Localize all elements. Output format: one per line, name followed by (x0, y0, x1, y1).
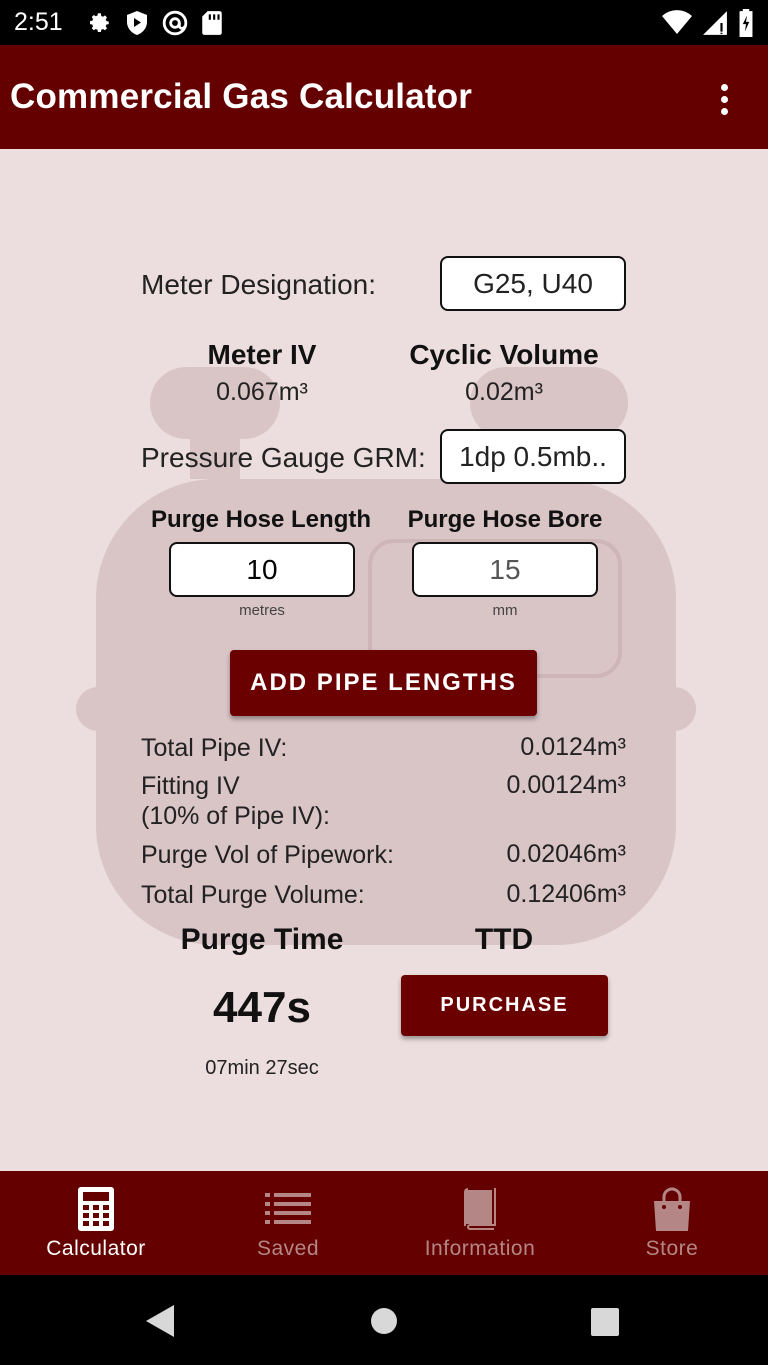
sd-card-icon (202, 11, 222, 35)
fitting-iv-value: 0.00124m³ (506, 771, 626, 799)
purge-vol-pipework-label: Purge Vol of Pipework: (141, 841, 394, 869)
nav-item-store[interactable]: Store (576, 1171, 768, 1275)
cyclic-volume-value: 0.02m³ (465, 378, 543, 406)
purge-hose-bore-unit: mm (492, 602, 518, 619)
nav-label-store: Store (645, 1237, 699, 1260)
total-pipe-iv-label: Total Pipe IV: (141, 734, 288, 762)
bottom-navigation: Calculator Saved Information Store (0, 1171, 768, 1275)
fitting-iv-label: Fitting IV (141, 772, 240, 800)
meter-iv-value: 0.067m³ (216, 378, 308, 406)
nav-label-information: Information (424, 1237, 536, 1260)
pressure-gauge-label: Pressure Gauge GRM: (141, 442, 426, 473)
home-icon[interactable] (370, 1307, 398, 1335)
fitting-iv-sublabel: (10% of Pipe IV): (141, 802, 330, 830)
purge-vol-pipework-value: 0.02046m³ (506, 840, 626, 868)
purge-time-heading: Purge Time (180, 923, 344, 956)
pressure-gauge-select[interactable]: 1dp 0.5mb.. (440, 429, 626, 484)
list-icon (265, 1187, 311, 1231)
meter-designation-select[interactable]: G25, U40 (440, 256, 626, 311)
wifi-icon (662, 10, 692, 34)
at-sign-icon (162, 10, 188, 36)
meter-designation-label: Meter Designation: (141, 269, 377, 300)
book-icon (464, 1187, 496, 1231)
overflow-menu-button[interactable] (704, 79, 744, 119)
total-pipe-iv-value: 0.0124m³ (520, 733, 626, 761)
system-navigation-bar (0, 1275, 768, 1365)
nav-label-calculator: Calculator (46, 1237, 146, 1260)
purge-hose-length-heading: Purge Hose Length (150, 506, 372, 533)
purge-hose-length-unit: metres (239, 602, 285, 619)
meter-iv-heading: Meter IV (207, 339, 317, 370)
purge-time-value: 447s (213, 983, 311, 1032)
status-time: 2:51 (14, 8, 63, 36)
shopping-bag-icon (652, 1187, 692, 1231)
app-title: Commercial Gas Calculator (10, 77, 473, 116)
cyclic-volume-heading: Cyclic Volume (409, 339, 599, 370)
recents-icon[interactable] (591, 1308, 619, 1336)
back-icon[interactable] (146, 1305, 174, 1337)
battery-icon (739, 9, 753, 37)
cell-signal-icon (703, 11, 727, 35)
purchase-button[interactable]: PURCHASE (401, 975, 608, 1036)
purge-time-minutes: 07min 27sec (205, 1057, 319, 1079)
nav-item-saved[interactable]: Saved (192, 1171, 384, 1275)
status-bar: 2:51 (0, 0, 768, 45)
calculator-content: Meter Designation: G25, U40 Meter IV 0.0… (0, 149, 768, 1171)
nav-item-calculator[interactable]: Calculator (0, 1171, 192, 1275)
total-purge-volume-value: 0.12406m³ (506, 880, 626, 908)
ttd-heading: TTD (474, 923, 534, 956)
total-purge-volume-label: Total Purge Volume: (141, 881, 365, 909)
nav-label-saved: Saved (256, 1237, 320, 1260)
purge-hose-bore-input[interactable]: 15 (412, 542, 598, 597)
status-notification-icons (86, 10, 223, 36)
calculator-icon (78, 1187, 114, 1231)
status-system-icons (662, 9, 754, 37)
more-vert-icon (720, 83, 728, 91)
purge-hose-length-input[interactable]: 10 (169, 542, 355, 597)
add-pipe-lengths-button[interactable]: ADD PIPE LENGTHS (230, 650, 537, 716)
purge-hose-bore-heading: Purge Hose Bore (407, 506, 603, 533)
app-bar: Commercial Gas Calculator (0, 45, 768, 149)
play-shield-icon (127, 11, 147, 35)
nav-item-information[interactable]: Information (384, 1171, 576, 1275)
settings-gear-icon (90, 13, 109, 32)
